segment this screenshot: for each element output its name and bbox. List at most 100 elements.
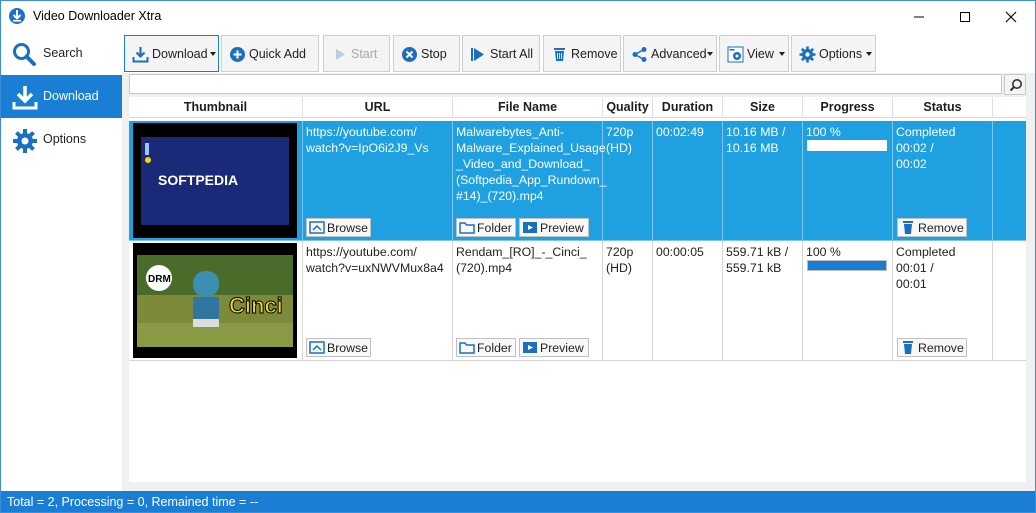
duration-text: 00:02:49	[656, 125, 704, 139]
search-icon	[1009, 79, 1022, 92]
preview-label: Preview	[540, 221, 584, 235]
folder-icon	[459, 342, 475, 354]
minimize-button[interactable]	[896, 1, 942, 32]
toolbar: Download Quick Add Start Stop Start All …	[122, 32, 1035, 73]
app-window: Video Downloader Xtra Search Download Op…	[0, 0, 1036, 513]
thumbnail-text: SOFTPEDIA	[158, 172, 238, 188]
file-name-text: Rendam_[RO]_-_Cinci_ (720).mp4	[456, 245, 587, 275]
view-label: View	[747, 47, 774, 61]
column-header-progress[interactable]: Progress	[803, 97, 893, 118]
progress-cell: 100 %	[803, 121, 893, 241]
search-input[interactable]	[129, 74, 1002, 94]
url-cell: https://youtube.com/ watch?v=IpO6i2J9_Vs…	[303, 121, 453, 241]
download-panel: Thumbnail URL File Name Quality Duration…	[122, 73, 1035, 491]
stop-label: Stop	[421, 47, 447, 61]
options-label: Options	[819, 47, 863, 61]
empty-cell	[993, 241, 1026, 361]
progress-label: 100 %	[806, 245, 841, 259]
title-bar: Video Downloader Xtra	[1, 1, 1035, 32]
sidebar-item-download[interactable]: Download	[1, 75, 122, 118]
gear-icon	[12, 128, 37, 153]
status-cell: Completed 00:01 / 00:01 Remove	[893, 241, 993, 361]
thumbnail-logo-text: DRM	[148, 274, 171, 285]
url-cell: https://youtube.com/ watch?v=uxNWVMux8a4…	[303, 241, 453, 361]
search-button[interactable]	[1004, 74, 1026, 95]
sidebar-item-label: Options	[43, 132, 87, 146]
quality-cell: 720p (HD)	[603, 121, 653, 241]
advanced-dropdown-button[interactable]: Advanced	[623, 35, 717, 72]
column-header-size[interactable]: Size	[723, 97, 803, 118]
start-button[interactable]: Start	[323, 35, 390, 72]
row-remove-button[interactable]: Remove	[897, 218, 967, 237]
duration-cell: 00:02:49	[653, 121, 723, 241]
remove-button[interactable]: Remove	[543, 35, 621, 72]
browse-button[interactable]: Browse	[306, 338, 371, 357]
column-header-url[interactable]: URL	[303, 97, 453, 118]
column-header-file-name[interactable]: File Name	[453, 97, 603, 118]
column-header-quality[interactable]: Quality	[603, 97, 653, 118]
url-text: https://youtube.com/ watch?v=IpO6i2J9_Vs	[306, 125, 429, 155]
trash-icon	[903, 341, 913, 354]
progress-bar	[807, 260, 887, 271]
remove-label: Remove	[918, 221, 964, 235]
size-cell: 559.71 kB / 559.71 kB	[723, 241, 803, 361]
start-all-icon	[470, 46, 487, 63]
browse-icon	[309, 341, 325, 354]
sidebar-item-label: Search	[43, 46, 83, 60]
video-thumbnail: DRM Cinci	[133, 243, 297, 358]
folder-button[interactable]: Folder	[456, 338, 516, 357]
progress-label: 100 %	[806, 125, 841, 139]
status-bar-text: Total = 2, Processing = 0, Remained time…	[7, 495, 259, 509]
size-text: 559.71 kB / 559.71 kB	[726, 245, 789, 275]
empty-cell	[993, 121, 1026, 241]
url-text: https://youtube.com/ watch?v=uxNWVMux8a4	[306, 245, 444, 275]
browse-label: Browse	[327, 341, 369, 355]
maximize-button[interactable]	[942, 1, 988, 32]
folder-label: Folder	[477, 341, 512, 355]
search-icon	[12, 42, 36, 66]
thumbnail-text: Cinci	[229, 293, 283, 318]
window-title: Video Downloader Xtra	[33, 9, 162, 23]
chevron-down-icon	[707, 52, 713, 56]
browse-label: Browse	[327, 221, 369, 235]
browse-button[interactable]: Browse	[306, 218, 371, 237]
start-label: Start	[351, 47, 378, 61]
duration-text: 00:00:05	[656, 245, 704, 259]
chevron-down-icon	[866, 52, 872, 56]
column-header-duration[interactable]: Duration	[653, 97, 723, 118]
status-text: Completed 00:01 / 00:01	[896, 245, 956, 291]
play-icon	[331, 46, 348, 63]
remove-label: Remove	[918, 341, 964, 355]
folder-button[interactable]: Folder	[456, 218, 516, 237]
sidebar-item-label: Download	[43, 89, 99, 103]
view-dropdown-button[interactable]: View	[719, 35, 789, 72]
start-all-button[interactable]: Start All	[462, 35, 540, 72]
column-header-thumbnail[interactable]: Thumbnail	[129, 97, 303, 118]
preview-button[interactable]: Preview	[519, 338, 589, 357]
folder-icon	[459, 222, 475, 234]
sidebar-item-search[interactable]: Search	[1, 32, 122, 75]
download-button-label: Download	[152, 47, 208, 61]
close-button[interactable]	[988, 1, 1034, 32]
table-row[interactable]: SOFTPEDIA https://youtube.com/ watch?v=I…	[129, 121, 1026, 241]
stop-button[interactable]: Stop	[393, 35, 460, 72]
preview-button[interactable]: Preview	[519, 218, 589, 237]
row-remove-button[interactable]: Remove	[897, 338, 967, 357]
browse-icon	[309, 221, 325, 234]
options-dropdown-button[interactable]: Options	[791, 35, 876, 72]
status-text: Completed 00:02 / 00:02	[896, 125, 956, 171]
column-header-status[interactable]: Status	[893, 97, 993, 118]
advanced-label: Advanced	[651, 47, 707, 61]
trash-icon	[551, 46, 568, 63]
preview-icon	[523, 222, 537, 233]
table-row[interactable]: DRM Cinci https://youtube.com/ watch?v=u…	[129, 241, 1026, 361]
progress-bar	[807, 140, 887, 151]
quality-text: 720p (HD)	[606, 125, 634, 155]
sidebar: Search Download Options	[1, 32, 122, 491]
share-icon	[631, 46, 648, 63]
quick-add-button[interactable]: Quick Add	[221, 35, 319, 72]
download-dropdown-button[interactable]: Download	[124, 35, 219, 72]
table-header: Thumbnail URL File Name Quality Duration…	[129, 97, 1026, 118]
trash-icon	[903, 221, 913, 234]
sidebar-item-options[interactable]: Options	[1, 118, 122, 161]
